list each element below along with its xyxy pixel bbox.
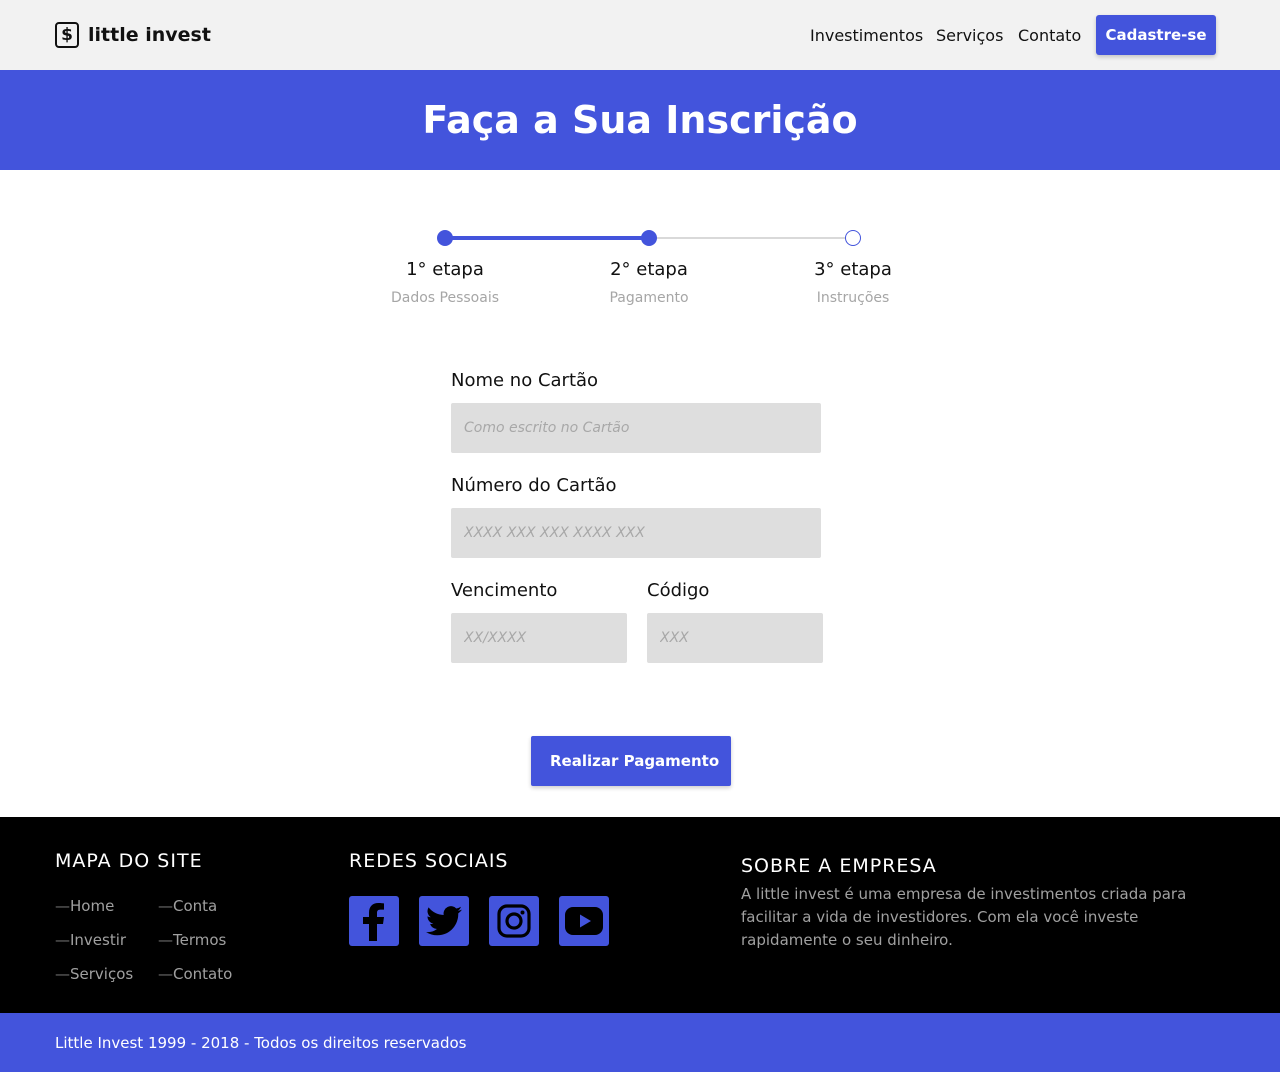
copyright-bar: Little Invest 1999 - 2018 - Todos os dir… <box>0 1013 1280 1072</box>
card-number-label: Número do Cartão <box>451 475 617 496</box>
cvv-input[interactable] <box>647 613 823 663</box>
nav-link-contato[interactable]: Contato <box>1018 26 1081 45</box>
expiry-label: Vencimento <box>451 580 558 601</box>
step-3-title: 3° etapa <box>814 259 892 280</box>
twitter-icon[interactable] <box>419 896 469 946</box>
step-3-marker <box>845 230 861 246</box>
youtube-icon[interactable] <box>559 896 609 946</box>
footer-link-contato[interactable]: —Contato <box>158 965 232 983</box>
about-heading: SOBRE A EMPRESA <box>741 855 937 877</box>
footer-link-investir[interactable]: —Investir <box>55 931 126 949</box>
about-text: A little invest é uma empresa de investi… <box>741 885 1187 949</box>
stepper-track-pending <box>649 237 853 239</box>
step-1-title: 1° etapa <box>406 259 484 280</box>
sitemap-heading: MAPA DO SITE <box>55 850 203 872</box>
step-2-marker <box>641 230 657 246</box>
step-1-marker <box>437 230 453 246</box>
cvv-label: Código <box>647 580 710 601</box>
page-title: Faça a Sua Inscrição <box>422 98 858 142</box>
dollar-icon: $ <box>55 22 79 48</box>
copyright-text: Little Invest 1999 - 2018 - Todos os dir… <box>55 1033 467 1052</box>
card-name-input[interactable] <box>451 403 821 453</box>
instagram-icon[interactable] <box>489 896 539 946</box>
card-name-label: Nome no Cartão <box>451 370 599 391</box>
submit-payment-button[interactable]: Realizar Pagamento <box>531 736 731 786</box>
footer-link-servicos[interactable]: —Serviços <box>55 965 133 983</box>
signup-button[interactable]: Cadastre-se <box>1096 15 1216 55</box>
footer-link-termos[interactable]: —Termos <box>158 931 226 949</box>
footer-link-conta[interactable]: —Conta <box>158 897 217 915</box>
step-2-subtitle: Pagamento <box>609 290 689 306</box>
logo-text: little invest <box>88 24 211 46</box>
top-navbar: $ little invest Investimentos Serviços C… <box>0 0 1280 70</box>
step-1-subtitle: Dados Pessoais <box>390 290 500 306</box>
step-2-title: 2° etapa <box>610 259 688 280</box>
nav-link-servicos[interactable]: Serviços <box>936 26 1003 45</box>
expiry-input[interactable] <box>451 613 627 663</box>
social-heading: REDES SOCIAIS <box>349 850 509 872</box>
logo[interactable]: $ little invest <box>55 22 211 48</box>
nav-link-investimentos[interactable]: Investimentos <box>810 26 923 45</box>
footer-link-home[interactable]: —Home <box>55 897 114 915</box>
page-banner: Faça a Sua Inscrição <box>0 70 1280 170</box>
stepper-track-progress <box>445 236 649 240</box>
card-number-input[interactable] <box>451 508 821 558</box>
step-3-subtitle: Instruções <box>816 290 890 306</box>
facebook-icon[interactable] <box>349 896 399 946</box>
